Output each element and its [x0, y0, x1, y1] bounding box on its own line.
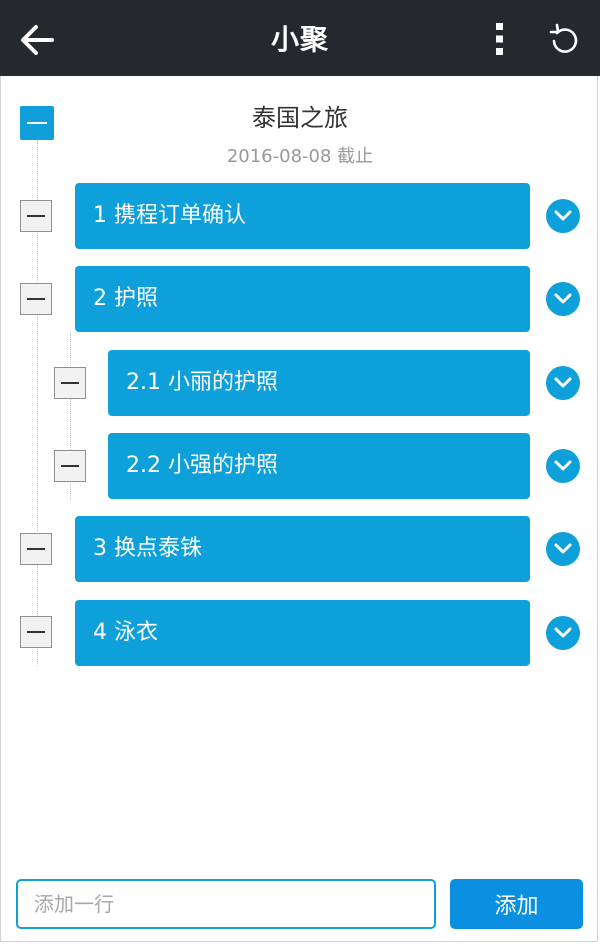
collapse-toggle-item-1[interactable]: [20, 200, 52, 232]
root-collapse-toggle[interactable]: [20, 106, 54, 140]
collapse-toggle-item-4[interactable]: [20, 616, 52, 648]
kebab-menu-icon: [496, 23, 503, 55]
add-button[interactable]: 添加: [450, 879, 583, 929]
expand-button-item-2[interactable]: [546, 282, 580, 316]
collapse-toggle-item-2[interactable]: [20, 283, 52, 315]
expand-button-item-3[interactable]: [546, 532, 580, 566]
expand-button-item-2-2[interactable]: [546, 449, 580, 483]
refresh-icon: [549, 23, 578, 53]
chevron-down-icon: [554, 543, 572, 554]
chevron-down-icon: [554, 210, 572, 221]
task-item-2[interactable]: 2 护照: [75, 266, 530, 332]
refresh-button[interactable]: [546, 21, 584, 59]
root-title: 泰国之旅: [252, 104, 348, 132]
chevron-down-icon: [554, 627, 572, 638]
task-item-4[interactable]: 4 泳衣: [75, 600, 530, 666]
app-header: 小聚: [0, 0, 600, 76]
expand-button-item-2-1[interactable]: [546, 366, 580, 400]
expand-button-item-4[interactable]: [546, 616, 580, 650]
chevron-down-icon: [554, 460, 572, 471]
add-row-input[interactable]: [16, 879, 436, 929]
task-item-3[interactable]: 3 换点泰铢: [75, 516, 530, 582]
task-item-1[interactable]: 1 携程订单确认: [75, 183, 530, 249]
task-item-2-1[interactable]: 2.1 小丽的护照: [108, 350, 530, 416]
expand-button-item-1[interactable]: [546, 199, 580, 233]
task-item-2-2[interactable]: 2.2 小强的护照: [108, 433, 530, 499]
collapse-toggle-item-2-2[interactable]: [54, 450, 86, 482]
collapse-toggle-item-2-1[interactable]: [54, 367, 86, 399]
collapse-toggle-item-3[interactable]: [20, 533, 52, 565]
chevron-down-icon: [554, 377, 572, 388]
page-title: 小聚: [270, 23, 329, 56]
chevron-down-icon: [554, 293, 572, 304]
root-date: 2016-08-08 截止: [226, 146, 374, 167]
menu-button[interactable]: [492, 22, 508, 56]
